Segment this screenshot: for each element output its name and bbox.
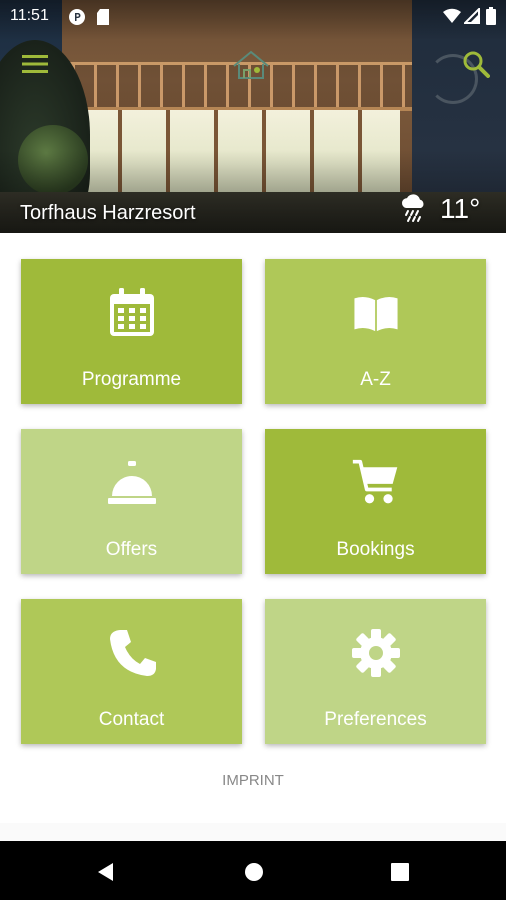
phone-icon [110, 630, 156, 676]
tile-offers[interactable]: Offers [21, 429, 242, 574]
tile-preferences[interactable]: Preferences [265, 599, 486, 744]
imprint-link[interactable]: IMPRINT [0, 772, 506, 789]
tile-label: Bookings [336, 539, 415, 560]
battery-icon [486, 7, 496, 25]
tile-contact[interactable]: Contact [21, 599, 242, 744]
back-icon[interactable] [96, 862, 116, 882]
header-photo [0, 0, 506, 233]
tile-label: Programme [81, 369, 182, 390]
tile-label: A-Z [360, 369, 391, 390]
wifi-icon [443, 8, 461, 23]
status-time: 11:51 [10, 7, 49, 24]
hotel-name: Torfhaus Harzresort [20, 202, 196, 224]
tile-programme[interactable]: Programme [21, 259, 242, 404]
temperature: 11° [440, 193, 481, 224]
tile-label: Contact [98, 709, 165, 730]
calendar-icon [110, 288, 154, 336]
recent-apps-icon[interactable] [390, 862, 410, 882]
resort-logo [233, 50, 269, 79]
signal-icon [464, 8, 480, 24]
gear-icon [352, 629, 400, 677]
book-open-icon [354, 296, 398, 332]
home-icon[interactable] [244, 862, 264, 882]
tile-bookings[interactable]: Bookings [265, 429, 486, 574]
tile-a-z[interactable]: A-Z [265, 259, 486, 404]
cloud-rain-icon [401, 194, 424, 222]
status-bar: 11:51 [0, 0, 506, 32]
tile-label: Preferences [324, 709, 427, 730]
tile-label: Offers [105, 539, 158, 560]
search-icon[interactable] [462, 50, 490, 78]
shopping-cart-icon [352, 459, 398, 504]
notification-p-icon [69, 9, 85, 25]
menu-icon[interactable] [22, 53, 48, 75]
sd-card-icon [97, 9, 109, 25]
service-bell-icon [108, 461, 156, 504]
